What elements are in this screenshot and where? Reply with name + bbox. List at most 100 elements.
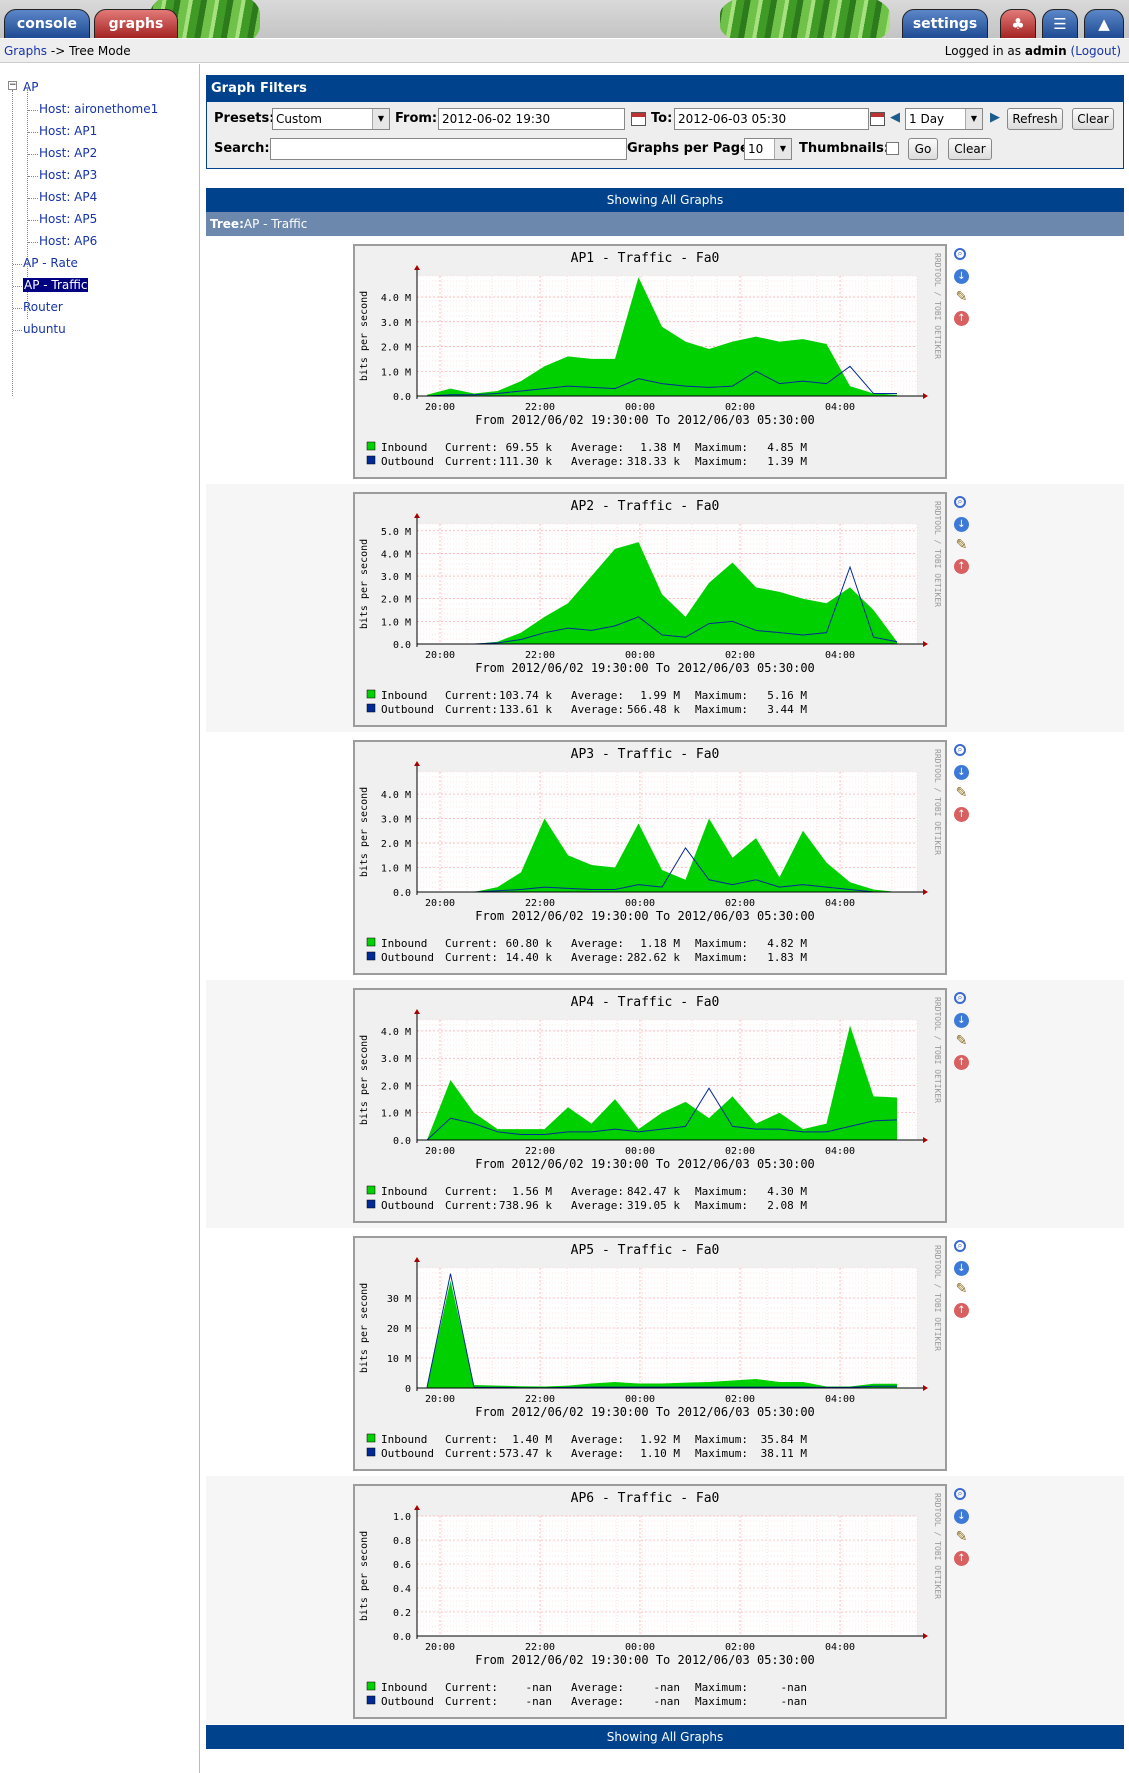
thumbnails-checkbox[interactable]: [886, 142, 899, 155]
tree-node-host[interactable]: Host: AP2: [39, 146, 97, 160]
y-tick-label: 30 M: [387, 1294, 411, 1305]
graph-image[interactable]: 0.0 1.0 M 2.0 M 3.0 M 4.0 M 20:00 22:00 00:00 02…: [353, 244, 947, 479]
presets-value: Custom: [276, 112, 322, 126]
tree-node-host[interactable]: Host: AP3: [39, 168, 97, 182]
tree-line: [13, 264, 22, 265]
graph-image[interactable]: 0.0 1.0 M 2.0 M 3.0 M 4.0 M 20:00 22:00 00:00 02…: [353, 740, 947, 975]
tree-line: [28, 154, 38, 155]
zoom-icon[interactable]: ⌕: [954, 744, 966, 756]
x-tick-label: 00:00: [625, 650, 655, 661]
y-tick-label: 0.0: [393, 640, 411, 651]
traffic-chart: 0.0 1.0 M 2.0 M 3.0 M 4.0 M 5.0 M 20:00 22:00 00…: [359, 499, 942, 716]
legend-maximum: 1.39 M: [767, 455, 807, 468]
graph-filters-panel: Graph Filters Presets: Custom ▼ From: 20…: [206, 75, 1124, 169]
properties-icon[interactable]: ✎: [954, 786, 969, 801]
scroll-top-icon[interactable]: ↑: [954, 311, 969, 326]
legend-label: Maximum:: [695, 937, 748, 950]
zoom-icon[interactable]: ⌕: [954, 1488, 966, 1500]
tree-node-ubuntu[interactable]: ubuntu: [23, 322, 66, 336]
csv-export-icon[interactable]: ↓: [954, 1509, 969, 1524]
zoom-icon[interactable]: ⌕: [954, 1240, 966, 1252]
calendar-icon[interactable]: [870, 112, 885, 126]
tree-node-ap-rate[interactable]: AP - Rate: [23, 256, 78, 270]
scroll-top-icon[interactable]: ↑: [954, 559, 969, 574]
tree-view-tab[interactable]: ♣: [1000, 9, 1036, 38]
rrdtool-watermark: RRDTOOL / TOBI OETIKER: [933, 1245, 942, 1351]
legend-label: Maximum:: [695, 1447, 748, 1460]
legend-average: 1.18 M: [640, 937, 680, 950]
to-date-input[interactable]: 2012-06-03 05:30: [674, 108, 869, 130]
legend-average: -nan: [654, 1695, 681, 1708]
x-tick-label: 22:00: [525, 1394, 555, 1405]
legend-current: 1.40 M: [512, 1433, 552, 1446]
tree-node-host[interactable]: Host: AP4: [39, 190, 97, 204]
tree-node-host[interactable]: Host: AP1: [39, 124, 97, 138]
x-tick-label: 22:00: [525, 402, 555, 413]
list-view-tab[interactable]: ☰: [1042, 9, 1078, 38]
tree-line: [28, 132, 38, 133]
shift-left-icon[interactable]: ◀: [890, 110, 900, 125]
tab-graphs[interactable]: graphs: [94, 9, 178, 38]
legend-current: 738.96 k: [499, 1199, 552, 1212]
clear-search-button[interactable]: Clear: [948, 138, 992, 160]
properties-icon[interactable]: ✎: [954, 538, 969, 553]
from-date-input[interactable]: 2012-06-02 19:30: [438, 108, 625, 130]
shift-right-icon[interactable]: ▶: [990, 110, 1000, 125]
search-label: Search:: [214, 141, 270, 156]
preview-view-tab[interactable]: ▲: [1084, 9, 1124, 38]
graph-image[interactable]: 0.0 1.0 M 2.0 M 3.0 M 4.0 M 5.0 M 20:00 22:00 00…: [353, 492, 947, 727]
tab-settings[interactable]: settings: [902, 9, 988, 38]
y-tick-label: 0.6: [393, 1560, 411, 1571]
scroll-top-icon[interactable]: ↑: [954, 807, 969, 822]
scroll-top-icon[interactable]: ↑: [954, 1055, 969, 1070]
graph-image[interactable]: 0 10 M 20 M 30 M 20:00 22:00 00:00 02:00 04:00 AP…: [353, 1236, 947, 1471]
zoom-icon[interactable]: ⌕: [954, 496, 966, 508]
graph-time-range: From 2012/06/02 19:30:00 To 2012/06/03 0…: [475, 1405, 815, 1419]
zoom-icon[interactable]: ⌕: [954, 992, 966, 1004]
csv-export-icon[interactable]: ↓: [954, 517, 969, 532]
scroll-top-icon[interactable]: ↑: [954, 1551, 969, 1566]
properties-icon[interactable]: ✎: [954, 290, 969, 305]
graph-image[interactable]: 0.0 0.2 0.4 0.6 0.8 1.0 20:00 22:00 00:00 02:00 04…: [353, 1484, 947, 1719]
x-tick-label: 02:00: [725, 650, 755, 661]
legend-label: Maximum:: [695, 441, 748, 454]
clear-button[interactable]: Clear: [1072, 108, 1114, 130]
breadcrumb-graphs-link[interactable]: Graphs: [4, 44, 47, 58]
breadcrumb-separator: ->: [50, 44, 66, 58]
tree-node-host[interactable]: Host: AP5: [39, 212, 97, 226]
graphs-per-page-select[interactable]: 10 ▼: [744, 138, 792, 160]
calendar-icon[interactable]: [631, 112, 646, 126]
csv-export-icon[interactable]: ↓: [954, 269, 969, 284]
presets-select[interactable]: Custom ▼: [272, 108, 390, 130]
legend-label: Current:: [445, 1433, 498, 1446]
timespan-select[interactable]: 1 Day ▼: [905, 108, 983, 130]
tree-node-host[interactable]: Host: AP6: [39, 234, 97, 248]
tree-node-ap[interactable]: AP: [23, 80, 38, 94]
zoom-icon[interactable]: ⌕: [954, 248, 966, 260]
properties-icon[interactable]: ✎: [954, 1282, 969, 1297]
legend-label: Average:: [571, 455, 624, 468]
collapse-icon[interactable]: −: [8, 81, 17, 90]
csv-export-icon[interactable]: ↓: [954, 1261, 969, 1276]
search-input[interactable]: [270, 138, 627, 160]
csv-export-icon[interactable]: ↓: [954, 1013, 969, 1028]
legend-label: Average:: [571, 1433, 624, 1446]
tree-node-ap-traffic[interactable]: AP - Traffic: [23, 278, 89, 292]
refresh-button[interactable]: Refresh: [1007, 108, 1063, 130]
tree-node-host[interactable]: Host: aironethome1: [39, 102, 158, 116]
breadcrumb-bar: Graphs -> Tree Mode Logged in as admin (…: [0, 39, 1129, 63]
rrdtool-watermark: RRDTOOL / TOBI OETIKER: [933, 749, 942, 855]
tree-node-router[interactable]: Router: [23, 300, 63, 314]
go-button[interactable]: Go: [908, 138, 938, 160]
y-tick-label: 4.0 M: [381, 549, 411, 560]
logout-link[interactable]: (Logout): [1071, 44, 1121, 58]
tab-console[interactable]: console: [4, 9, 90, 38]
graph-time-range: From 2012/06/02 19:30:00 To 2012/06/03 0…: [475, 1653, 815, 1667]
y-axis-label: bits per second: [359, 539, 370, 629]
csv-export-icon[interactable]: ↓: [954, 765, 969, 780]
scroll-top-icon[interactable]: ↑: [954, 1303, 969, 1318]
graph-image[interactable]: 0.0 1.0 M 2.0 M 3.0 M 4.0 M 20:00 22:00 00:00 02…: [353, 988, 947, 1223]
showing-all-graphs-header: Showing All Graphs: [206, 188, 1124, 212]
properties-icon[interactable]: ✎: [954, 1034, 969, 1049]
properties-icon[interactable]: ✎: [954, 1530, 969, 1545]
